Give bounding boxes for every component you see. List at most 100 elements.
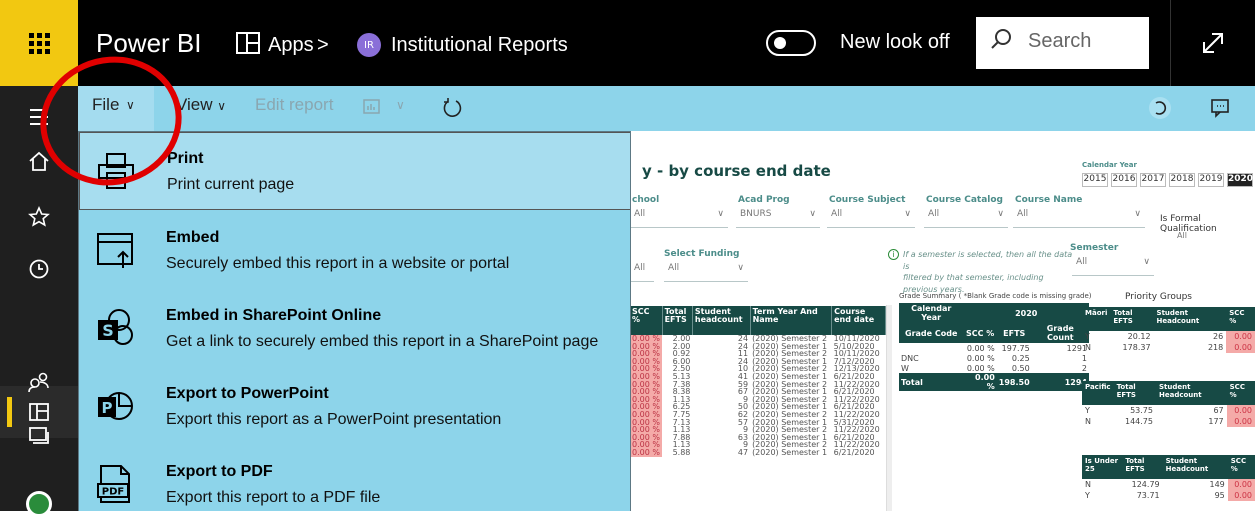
course-subject-value: All xyxy=(831,209,843,219)
grade-summary-title: Grade Summary ( *Blank Grade code is mis… xyxy=(899,292,1092,300)
semester-dropdown[interactable]: All ∨ xyxy=(1072,257,1154,276)
menu-icon[interactable] xyxy=(20,98,58,136)
course-catalog-dropdown[interactable]: All ∨ xyxy=(924,209,1008,228)
table-cell: 67 xyxy=(737,387,749,397)
table-row[interactable]: W 0.00 % 0.50 2 xyxy=(899,363,1089,373)
school-dropdown[interactable]: All ∨ xyxy=(630,209,728,228)
breadcrumb-report[interactable]: Institutional Reports xyxy=(391,34,568,57)
table-cell: 26 xyxy=(1213,332,1224,341)
table-row[interactable]: N 144.75 177 0.00 xyxy=(1082,416,1255,427)
shared-icon[interactable] xyxy=(20,362,58,400)
group-name-header[interactable]: Pacific xyxy=(1082,381,1114,405)
grade-summary-table: Calendar Year 2020 Grade Code SCC % EFTS Gra… xyxy=(899,303,1089,391)
menu-item-embed-sharepoint[interactable]: S Embed in SharePoint Online Get a link … xyxy=(79,290,630,368)
column-header[interactable]: EFTS xyxy=(996,323,1032,343)
menu-item-print[interactable]: Print Print current page xyxy=(79,132,630,210)
table-row[interactable]: DNC 0.00 % 0.25 1 xyxy=(899,353,1089,363)
column-header[interactable]: Total EFTS xyxy=(1113,381,1156,405)
column-header[interactable]: Student Headcount xyxy=(1153,307,1227,331)
report-avatar: IR xyxy=(357,33,381,57)
menu-item-title: Embed xyxy=(166,229,220,246)
column-header[interactable]: SCC % xyxy=(963,323,997,343)
table-row[interactable]: 0.00 % 197.75 1291 xyxy=(899,343,1089,353)
workspaces-icon[interactable] xyxy=(20,416,58,454)
table-scrollbar[interactable] xyxy=(886,305,892,511)
column-header[interactable]: Grade Count xyxy=(1031,323,1089,343)
column-header[interactable]: Student Headcount xyxy=(1162,455,1228,479)
year-2015[interactable]: 2015 xyxy=(1082,173,1108,187)
brand-title[interactable]: Power BI xyxy=(96,28,202,59)
table-row[interactable]: Y 73.71 95 0.00 xyxy=(1082,490,1255,501)
chevron-down-icon: ∨ xyxy=(396,98,405,112)
menu-item-description: Export this report as a PowerPoint prese… xyxy=(166,411,502,428)
favorites-icon[interactable] xyxy=(20,198,58,236)
column-header[interactable]: SCC % xyxy=(630,306,663,335)
column-header[interactable]: SCC % xyxy=(1226,307,1255,331)
home-icon[interactable] xyxy=(20,142,58,180)
column-header[interactable]: Term Year And Name xyxy=(750,306,833,335)
new-look-toggle[interactable] xyxy=(766,30,816,56)
year-2017[interactable]: 2017 xyxy=(1140,173,1166,187)
table-cell: 144.75 xyxy=(1124,417,1153,426)
column-header[interactable]: Student headcount xyxy=(692,306,751,335)
year-2018[interactable]: 2018 xyxy=(1169,173,1195,187)
course-subject-dropdown[interactable]: All ∨ xyxy=(827,209,915,228)
column-header[interactable]: Total EFTS xyxy=(662,306,693,335)
formal-qualification-dropdown[interactable]: All xyxy=(1173,231,1255,250)
column-header[interactable]: Total EFTS xyxy=(1122,455,1163,479)
year-header: 2020 xyxy=(963,303,1089,323)
refresh-icon[interactable] xyxy=(442,97,464,119)
column-header[interactable]: SCC % xyxy=(1226,381,1255,405)
column-header[interactable]: Total EFTS xyxy=(1110,307,1154,331)
table-cell: N xyxy=(1085,343,1091,352)
comment-icon[interactable] xyxy=(1210,98,1230,118)
column-header[interactable]: Student Headcount xyxy=(1155,381,1227,405)
fullscreen-button[interactable] xyxy=(1170,0,1255,86)
course-name-dropdown[interactable]: All ∨ xyxy=(1013,209,1145,228)
powerpoint-icon: P xyxy=(98,392,133,420)
table-cell: 2 xyxy=(1081,363,1087,373)
table-row[interactable]: Y 20.12 26 0.00 xyxy=(1082,331,1255,342)
account-avatar[interactable] xyxy=(26,491,52,517)
table-row[interactable]: N 124.79 149 0.00 xyxy=(1082,479,1255,490)
file-menu-button[interactable]: File ∨ xyxy=(78,86,154,131)
column-header[interactable]: Course end date xyxy=(831,306,886,335)
year-2020[interactable]: 2020 xyxy=(1227,173,1253,187)
menu-item-description: Get a link to securely embed this report… xyxy=(166,333,599,350)
table-cell: 0.00 xyxy=(1226,342,1255,353)
expand-icon xyxy=(1203,33,1223,53)
menu-item-description: Securely embed this report in a website … xyxy=(166,255,510,272)
course-catalog-label: Course Catalog xyxy=(926,195,1003,205)
visual-interactions-icon[interactable] xyxy=(362,97,384,119)
course-catalog-value: All xyxy=(928,209,940,219)
column-header[interactable]: SCC % xyxy=(1227,455,1255,479)
acad-prog-dropdown[interactable]: BNURS ∨ xyxy=(736,209,820,228)
table-cell: Y xyxy=(1085,406,1090,415)
table-cell: N xyxy=(1085,480,1091,489)
recent-icon[interactable] xyxy=(20,250,58,288)
group-name-header[interactable]: Is Under 25 xyxy=(1082,455,1123,479)
search-icon xyxy=(991,29,1011,49)
formal-qualification-value: All xyxy=(1177,231,1187,240)
menu-item-title: Export to PowerPoint xyxy=(166,385,329,402)
table-row[interactable]: 0.00 % 5.88 47 (2020) Semester 1 6/21/2020 xyxy=(630,449,886,457)
select-funding-dropdown[interactable]: All ∨ xyxy=(664,263,748,282)
table-row[interactable]: N 178.37 218 0.00 xyxy=(1082,342,1255,353)
year-2019[interactable]: 2019 xyxy=(1198,173,1224,187)
unlabeled-dropdown[interactable]: All xyxy=(630,263,654,282)
view-menu-button[interactable]: View ∨ xyxy=(176,95,226,115)
unlabeled-dropdown-value: All xyxy=(634,263,646,273)
group-name-header[interactable]: Māori xyxy=(1082,307,1111,331)
table-cell: 95 xyxy=(1214,491,1225,500)
edit-report-button[interactable]: Edit report xyxy=(255,95,333,115)
app-launcher-button[interactable] xyxy=(0,0,78,86)
menu-item-embed[interactable]: Embed Securely embed this report in a we… xyxy=(79,212,630,290)
menu-item-export-pdf[interactable]: PDF Export to PDF Export this report to … xyxy=(79,446,630,511)
table-row[interactable]: Y 53.75 67 0.00 xyxy=(1082,405,1255,416)
breadcrumb-apps[interactable]: Apps xyxy=(268,34,314,57)
priority-group-table: Is Under 25 Total EFTS Student Headcount SC… xyxy=(1082,455,1255,501)
reset-icon[interactable] xyxy=(1148,96,1172,120)
year-2016[interactable]: 2016 xyxy=(1111,173,1137,187)
menu-item-export-powerpoint[interactable]: P Export to PowerPoint Export this repor… xyxy=(79,368,630,446)
select-funding-value: All xyxy=(668,263,680,273)
